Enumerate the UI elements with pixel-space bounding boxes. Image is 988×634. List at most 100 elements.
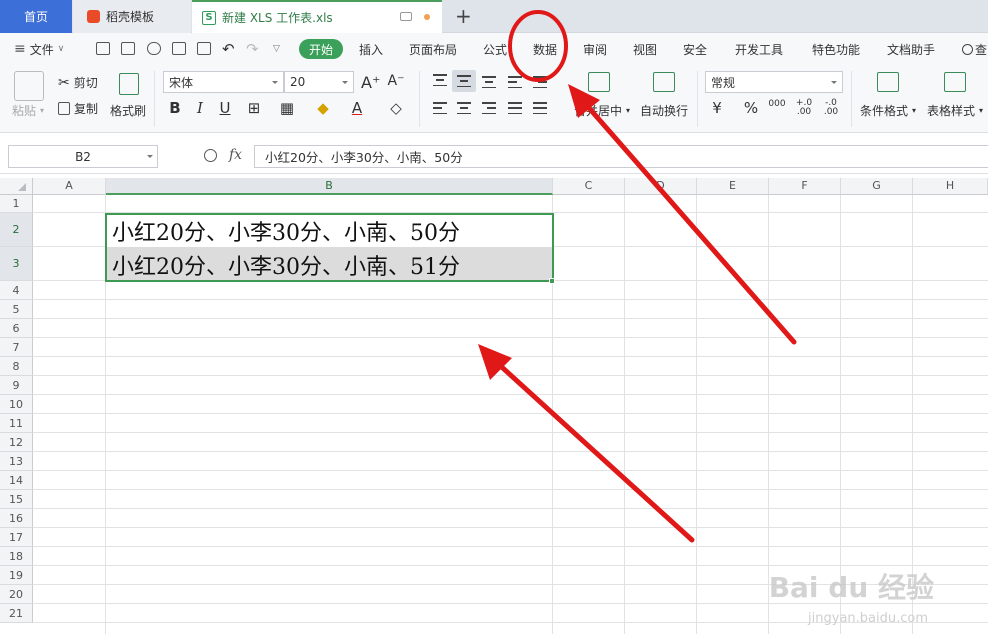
row-header-16[interactable]: 16 bbox=[0, 509, 33, 528]
column-header-h[interactable]: H bbox=[913, 178, 988, 195]
row-header-8[interactable]: 8 bbox=[0, 357, 33, 376]
row-header-3[interactable]: 3 bbox=[0, 247, 33, 281]
fill-color-icon[interactable]: ◆ bbox=[314, 99, 332, 117]
row-header-15[interactable]: 15 bbox=[0, 490, 33, 509]
merge-center-button[interactable]: 合并居中 ▾ bbox=[574, 102, 630, 119]
gridline-h bbox=[33, 318, 988, 319]
menu-features[interactable]: 特色功能 bbox=[812, 33, 860, 65]
menu-doc-assistant[interactable]: 文档助手 bbox=[887, 33, 935, 65]
increase-decimal-icon[interactable]: +.0.00 bbox=[795, 99, 813, 117]
copy-button[interactable]: 复制 bbox=[58, 100, 98, 117]
menu-start[interactable]: 开始 bbox=[299, 39, 344, 59]
font-name-select[interactable]: 宋体 bbox=[163, 71, 284, 93]
column-header-a[interactable]: A bbox=[33, 178, 106, 195]
fx-icon[interactable]: fx bbox=[229, 147, 242, 163]
select-all-corner[interactable] bbox=[0, 178, 33, 195]
row-header-6[interactable]: 6 bbox=[0, 319, 33, 338]
row-header-1[interactable]: 1 bbox=[0, 195, 33, 213]
underline-icon[interactable]: U bbox=[216, 99, 234, 117]
paste-icon[interactable] bbox=[14, 71, 44, 101]
column-header-c[interactable]: C bbox=[553, 178, 625, 195]
align-bottom-icon[interactable] bbox=[482, 76, 496, 88]
print-preview-icon[interactable] bbox=[197, 42, 211, 55]
row-header-11[interactable]: 11 bbox=[0, 414, 33, 433]
align-right-icon[interactable] bbox=[482, 102, 496, 114]
align-left-icon[interactable] bbox=[433, 102, 447, 114]
row-header-18[interactable]: 18 bbox=[0, 547, 33, 566]
increase-font-icon[interactable]: A⁺ bbox=[361, 73, 380, 92]
undo-icon[interactable]: ↶ bbox=[222, 33, 235, 65]
menu-insert[interactable]: 插入 bbox=[359, 33, 383, 65]
percent-icon[interactable]: % bbox=[742, 99, 760, 117]
row-header-19[interactable]: 19 bbox=[0, 566, 33, 585]
row-header-2[interactable]: 2 bbox=[0, 213, 33, 247]
decrease-font-icon[interactable]: A⁻ bbox=[387, 73, 405, 89]
menu-view[interactable]: 视图 bbox=[633, 33, 657, 65]
row-header-14[interactable]: 14 bbox=[0, 471, 33, 490]
row-header-12[interactable]: 12 bbox=[0, 433, 33, 452]
menu-page-layout[interactable]: 页面布局 bbox=[409, 33, 457, 65]
indent-icon[interactable] bbox=[533, 76, 547, 88]
menu-search[interactable]: 查 bbox=[962, 33, 987, 65]
row-header-10[interactable]: 10 bbox=[0, 395, 33, 414]
menu-formulas[interactable]: 公式 bbox=[483, 33, 507, 65]
justify-icon[interactable] bbox=[508, 102, 522, 114]
align-top-icon[interactable] bbox=[433, 74, 447, 86]
column-header-f[interactable]: F bbox=[769, 178, 841, 195]
italic-icon[interactable]: I bbox=[191, 99, 209, 117]
menu-review[interactable]: 审阅 bbox=[583, 33, 607, 65]
font-color-icon[interactable]: A bbox=[348, 99, 366, 117]
column-header-d[interactable]: D bbox=[625, 178, 697, 195]
align-center-icon[interactable] bbox=[457, 102, 471, 114]
font-size-select[interactable]: 20 bbox=[284, 71, 354, 93]
conditional-format-button[interactable]: 条件格式 ▾ bbox=[860, 102, 916, 119]
column-header-e[interactable]: E bbox=[697, 178, 769, 195]
tab-file[interactable]: S 新建 XLS 工作表.xls bbox=[192, 0, 442, 33]
cond-chevron-icon: ▾ bbox=[912, 106, 917, 115]
thousands-icon[interactable]: 000 bbox=[768, 100, 786, 109]
customize-icon[interactable]: ▽ bbox=[273, 33, 280, 65]
formula-input[interactable]: 小红20分、小李30分、小南、50分 bbox=[254, 145, 988, 168]
number-format-select[interactable]: 常规 bbox=[705, 71, 843, 93]
redo-icon[interactable]: ↷ bbox=[246, 33, 259, 65]
table-style-button[interactable]: 表格样式 ▾ bbox=[927, 102, 983, 119]
decrease-decimal-icon[interactable]: -.0.00 bbox=[822, 99, 840, 117]
screen-icon[interactable] bbox=[400, 12, 412, 21]
menu-data[interactable]: 数据 bbox=[533, 33, 557, 65]
row-header-5[interactable]: 5 bbox=[0, 300, 33, 319]
column-header-b[interactable]: B bbox=[106, 178, 553, 195]
open-icon[interactable] bbox=[96, 42, 110, 55]
format-painter-button[interactable]: 格式刷 bbox=[110, 102, 146, 119]
menu-security[interactable]: 安全 bbox=[683, 33, 707, 65]
row-header-13[interactable]: 13 bbox=[0, 452, 33, 471]
tab-docer[interactable]: 稻壳模板 bbox=[73, 0, 191, 33]
name-box[interactable]: B2 bbox=[8, 145, 158, 168]
menu-developer[interactable]: 开发工具 bbox=[735, 33, 783, 65]
new-tab-button[interactable]: + bbox=[455, 4, 472, 28]
align-middle-icon[interactable] bbox=[457, 75, 471, 87]
row-header-4[interactable]: 4 bbox=[0, 281, 33, 300]
row-header-7[interactable]: 7 bbox=[0, 338, 33, 357]
outdent-icon[interactable] bbox=[508, 76, 522, 88]
bold-icon[interactable]: B bbox=[166, 99, 184, 117]
clear-format-icon[interactable]: ◇ bbox=[387, 99, 405, 117]
row-header-17[interactable]: 17 bbox=[0, 528, 33, 547]
cell-style-icon[interactable]: ▦ bbox=[278, 99, 296, 117]
row-header-20[interactable]: 20 bbox=[0, 585, 33, 604]
wrap-text-button[interactable]: 自动换行 bbox=[640, 102, 688, 119]
distributed-icon[interactable] bbox=[533, 102, 547, 114]
column-header-g[interactable]: G bbox=[841, 178, 913, 195]
save-icon[interactable] bbox=[121, 42, 135, 55]
row-header-9[interactable]: 9 bbox=[0, 376, 33, 395]
fill-handle[interactable] bbox=[549, 278, 555, 284]
cut-button[interactable]: ✂ 剪切 bbox=[58, 74, 98, 91]
zoom-icon[interactable] bbox=[204, 149, 217, 162]
currency-icon[interactable]: ¥ bbox=[708, 99, 726, 117]
file-menu[interactable]: ≡ 文件 ∨ bbox=[14, 33, 64, 65]
border-icon[interactable]: ⊞ bbox=[245, 99, 263, 117]
print-icon[interactable] bbox=[172, 42, 186, 55]
row-header-21[interactable]: 21 bbox=[0, 604, 33, 623]
export-icon[interactable] bbox=[147, 42, 161, 55]
tab-home[interactable]: 首页 bbox=[0, 0, 72, 33]
paste-button[interactable]: 粘贴 ▾ bbox=[12, 102, 44, 119]
